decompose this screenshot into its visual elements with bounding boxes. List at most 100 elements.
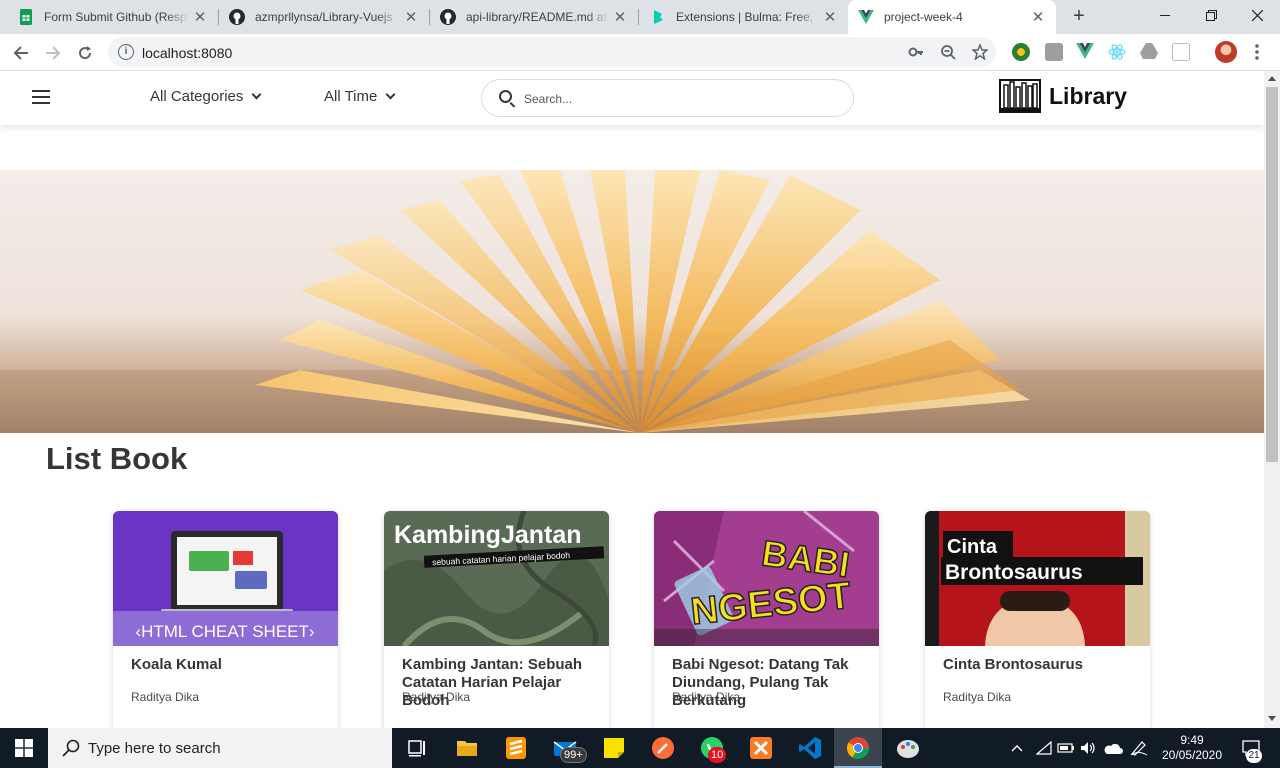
address-bar[interactable]: i localhost:8080 [108, 37, 996, 67]
open-book-image [0, 170, 1264, 433]
hero-banner-image [0, 170, 1264, 433]
clock-date: 20/05/2020 [1161, 748, 1223, 762]
bulma-icon [650, 9, 666, 25]
sublime-text-icon[interactable] [504, 736, 528, 760]
chrome-taskbar-button[interactable] [834, 728, 882, 768]
vscode-icon[interactable] [798, 736, 822, 760]
chevron-down-icon [251, 89, 262, 100]
network-icon[interactable] [1034, 728, 1054, 768]
extension-icon[interactable] [1045, 43, 1063, 61]
time-label: All Time [324, 88, 378, 105]
tab-api-library-readme[interactable]: api-library/README.md at master ✕ [430, 0, 638, 34]
search-box [481, 79, 854, 117]
clock[interactable]: 9:49 20/05/2020 [1154, 728, 1230, 768]
tab-title: Form Submit Github (Responses) [44, 10, 188, 24]
windows-taskbar: Type here to search 99+ 10 9:49 20/05/20… [0, 728, 1280, 768]
book-card[interactable]: ‹HTML CHEAT SHEET› Koala Kumal Raditya D… [113, 511, 338, 728]
xampp-icon[interactable] [749, 736, 773, 760]
scroll-down-icon[interactable] [1268, 716, 1276, 721]
paint-icon[interactable] [896, 736, 920, 760]
categories-dropdown[interactable]: All Categories [150, 88, 262, 105]
close-tab-icon[interactable]: ✕ [192, 8, 208, 26]
close-tab-icon[interactable]: ✕ [403, 8, 419, 26]
navbar: All Categories All Time Library [0, 71, 1264, 125]
file-explorer-icon[interactable] [455, 736, 479, 760]
book-cover-image: KambingJantan sebuah catatan harian pela… [384, 511, 609, 646]
tab-project-week-4[interactable]: project-week-4 ✕ [848, 0, 1056, 34]
book-title[interactable]: Cinta Brontosaurus [943, 656, 1138, 674]
drive-icon[interactable] [1140, 43, 1158, 61]
notification-count: 21 [1246, 749, 1262, 763]
onedrive-icon[interactable] [1102, 728, 1124, 768]
show-hidden-icons[interactable] [1008, 728, 1026, 768]
cover-text: Cinta [947, 536, 998, 558]
book-card[interactable]: BABI NGESOT Babi Ngesot: Datang Tak Diun… [654, 511, 879, 728]
bookmark-star-icon[interactable] [971, 42, 989, 61]
search-icon [62, 739, 80, 757]
book-author: Raditya Dika [943, 690, 1012, 704]
brand-name: Library [1049, 82, 1127, 109]
book-cover-image: Cinta Brontosaurus [925, 511, 1150, 646]
start-button[interactable] [0, 728, 48, 768]
forward-button[interactable] [39, 39, 67, 67]
scroll-up-icon[interactable] [1268, 76, 1276, 81]
browser-toolbar: i localhost:8080 [0, 34, 1280, 71]
close-tab-icon[interactable]: ✕ [612, 8, 628, 26]
menu-dots-icon[interactable] [1254, 43, 1260, 61]
vue-devtools-icon[interactable] [1076, 43, 1094, 61]
tab-title: api-library/README.md at master [466, 10, 608, 24]
clock-time: 9:49 [1180, 733, 1204, 747]
browser-tab-strip: Form Submit Github (Responses) ✕ azmprll… [0, 0, 1280, 34]
tab-title: Extensions | Bulma: Free, open source [676, 10, 818, 24]
close-tab-icon[interactable]: ✕ [1030, 8, 1046, 26]
tab-title: azmprllynsa/Library-Vuejs [255, 10, 393, 24]
tab-library-vuejs[interactable]: azmprllynsa/Library-Vuejs ✕ [219, 0, 429, 34]
profile-avatar[interactable] [1215, 41, 1237, 63]
search-input[interactable] [524, 89, 834, 109]
categories-label: All Categories [150, 88, 244, 105]
postman-icon[interactable] [651, 736, 675, 760]
tab-bulma-extensions[interactable]: Extensions | Bulma: Free, open source ✕ [640, 0, 848, 34]
reload-button[interactable] [71, 39, 99, 67]
sticky-notes-icon[interactable] [602, 736, 626, 760]
restore-button[interactable] [1188, 0, 1234, 30]
book-author: Raditya Dika [131, 690, 200, 704]
book-card[interactable]: Cinta Brontosaurus Cinta Brontosaurus Ra… [925, 511, 1150, 728]
close-tab-icon[interactable]: ✕ [822, 8, 838, 26]
github-icon [229, 9, 245, 25]
extension-icon[interactable] [1012, 43, 1030, 61]
battery-icon[interactable] [1056, 728, 1076, 768]
page-scrollbar[interactable] [1264, 71, 1280, 728]
pen-icon[interactable] [1128, 728, 1150, 768]
book-card[interactable]: KambingJantan sebuah catatan harian pela… [384, 511, 609, 728]
tab-form-submit[interactable]: Form Submit Github (Responses) ✕ [8, 0, 218, 34]
close-window-button[interactable] [1234, 0, 1280, 30]
site-info-icon[interactable]: i [118, 44, 134, 60]
book-cover-image: ‹HTML CHEAT SHEET› [113, 511, 338, 646]
back-button[interactable] [7, 39, 35, 67]
book-title[interactable]: Koala Kumal [131, 656, 326, 674]
minimize-button[interactable] [1142, 0, 1188, 30]
search-icon [499, 90, 512, 103]
book-author: Raditya Dika [402, 690, 471, 704]
react-devtools-icon[interactable] [1108, 43, 1126, 61]
github-icon [440, 9, 456, 25]
library-logo-icon [999, 79, 1041, 113]
volume-icon[interactable] [1078, 728, 1098, 768]
chevron-down-icon [385, 89, 396, 100]
url-text[interactable]: localhost:8080 [142, 45, 232, 61]
time-dropdown[interactable]: All Time [324, 88, 396, 105]
new-tab-button[interactable]: + [1068, 6, 1090, 28]
hamburger-menu-icon[interactable] [32, 90, 50, 104]
task-view-icon[interactable] [405, 736, 429, 760]
scrollbar-thumb[interactable] [1266, 87, 1278, 462]
windows-logo-icon [15, 739, 33, 757]
taskbar-search[interactable]: Type here to search [48, 728, 392, 768]
extension-icon[interactable] [1172, 43, 1190, 61]
brand[interactable]: Library [999, 79, 1127, 113]
vue-icon [858, 9, 874, 25]
cover-text: KambingJantan [394, 521, 582, 549]
book-cover-image: BABI NGESOT [654, 511, 879, 646]
key-icon[interactable] [908, 44, 924, 60]
zoom-out-icon[interactable] [940, 44, 956, 60]
